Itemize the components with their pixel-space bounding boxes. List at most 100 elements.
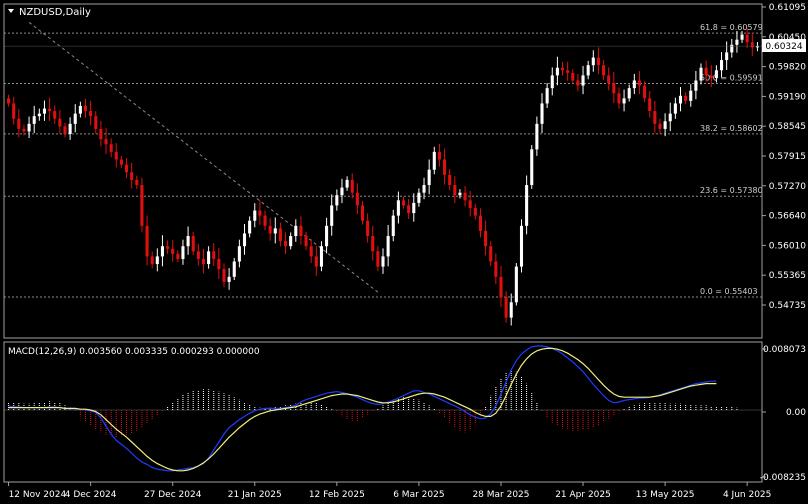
candle-body bbox=[745, 34, 749, 43]
candle-body bbox=[632, 80, 636, 89]
candle-body bbox=[278, 228, 282, 242]
candle-body bbox=[191, 236, 195, 252]
candle-body bbox=[437, 151, 441, 160]
candle-body bbox=[750, 42, 754, 48]
candle-body bbox=[499, 276, 503, 298]
candle-body bbox=[535, 123, 539, 150]
candle-body bbox=[73, 113, 77, 124]
candle-body bbox=[314, 256, 318, 267]
candle-body bbox=[201, 258, 206, 265]
chart-svg: 61.8 = 0.60579 50.0 = 0.59591 38.2 = 0.586… bbox=[0, 0, 808, 500]
candle-body bbox=[89, 111, 93, 117]
macd-y-tick-label: 0.00 bbox=[786, 408, 806, 418]
candle-body bbox=[555, 67, 559, 76]
candle-body bbox=[591, 57, 595, 66]
candle-body bbox=[525, 185, 529, 226]
candle-body bbox=[268, 225, 272, 234]
candle-body bbox=[468, 200, 472, 208]
candle-body bbox=[550, 75, 554, 89]
candle-body bbox=[273, 228, 277, 234]
candle-body bbox=[284, 241, 288, 247]
candle-body bbox=[37, 113, 41, 117]
candle-body bbox=[376, 251, 380, 267]
candle-body bbox=[12, 103, 16, 119]
candle-body bbox=[248, 220, 252, 234]
price-y-tick-label: 0.57915 bbox=[769, 152, 806, 162]
candle-body bbox=[325, 225, 329, 247]
candle-body bbox=[7, 98, 11, 104]
candle-body bbox=[725, 52, 729, 61]
candle-body bbox=[494, 261, 498, 277]
candle-body bbox=[417, 192, 421, 203]
fib-level-label: 23.6 = 0.57380 bbox=[700, 186, 763, 195]
fib-level-label: 61.8 = 0.60579 bbox=[700, 23, 763, 32]
price-y-tick-label: 0.55365 bbox=[769, 271, 806, 281]
x-tick-label: 12 Feb 2025 bbox=[309, 490, 365, 500]
candle-body bbox=[319, 246, 323, 267]
candle-body bbox=[94, 116, 98, 129]
candle-body bbox=[478, 215, 482, 231]
candle-body bbox=[83, 105, 88, 112]
fib-level-label: 0.0 = 0.55403 bbox=[700, 287, 758, 296]
candle-body bbox=[186, 236, 190, 247]
candle-body bbox=[612, 83, 616, 94]
price-y-tick-label: 0.59820 bbox=[769, 63, 806, 73]
candle-body bbox=[740, 34, 744, 40]
candle-body bbox=[135, 179, 139, 186]
candle-body bbox=[27, 123, 31, 132]
candle-body bbox=[709, 75, 713, 78]
candle-body bbox=[22, 128, 26, 132]
candle-body bbox=[622, 98, 626, 104]
candle-body bbox=[678, 95, 683, 104]
candle-body bbox=[258, 210, 262, 216]
candle-body bbox=[576, 80, 580, 86]
price-y-tick-label: 0.57270 bbox=[769, 182, 806, 192]
candle-body bbox=[130, 172, 134, 180]
candle-body bbox=[571, 72, 575, 81]
candle-body bbox=[99, 128, 103, 140]
candle-body bbox=[391, 215, 395, 237]
candle-body bbox=[217, 258, 221, 270]
price-y-tick-label: 0.58545 bbox=[769, 122, 806, 132]
candle-body bbox=[473, 207, 477, 216]
candle-body bbox=[602, 65, 606, 76]
candle-body bbox=[114, 151, 118, 160]
candle-body bbox=[519, 225, 524, 267]
candle-body bbox=[176, 253, 180, 259]
candle-body bbox=[119, 159, 123, 165]
candle-body bbox=[545, 88, 549, 104]
candle-body bbox=[401, 200, 406, 206]
candle-body bbox=[735, 39, 739, 45]
candle-body bbox=[689, 90, 693, 101]
price-y-tick-label: 0.59190 bbox=[769, 92, 806, 102]
x-tick-label: 21 Jan 2025 bbox=[228, 490, 282, 500]
candle-body bbox=[422, 185, 426, 193]
current-price-label: 0.60324 bbox=[765, 42, 802, 52]
candle-body bbox=[432, 151, 436, 170]
candle-body bbox=[58, 118, 62, 127]
macd-y-tick-label: 0.008073 bbox=[763, 345, 806, 355]
candle-body bbox=[63, 126, 67, 135]
candle-body bbox=[237, 246, 241, 262]
chart-container: 61.8 = 0.60579 50.0 = 0.59591 38.2 = 0.586… bbox=[0, 0, 808, 500]
candle-body bbox=[242, 233, 247, 247]
candle-body bbox=[42, 108, 47, 114]
candle-body bbox=[509, 302, 513, 318]
candle-body bbox=[196, 251, 200, 259]
candle-body bbox=[32, 116, 36, 124]
candle-body bbox=[48, 108, 52, 112]
candle-body bbox=[673, 103, 677, 114]
candle-body bbox=[160, 246, 164, 257]
candle-body bbox=[617, 93, 621, 104]
candle-body bbox=[719, 60, 724, 71]
candle-body bbox=[68, 123, 72, 135]
candle-body bbox=[78, 105, 82, 114]
symbol-label: NZDUSD,Daily bbox=[19, 7, 91, 18]
candle-body bbox=[540, 103, 544, 124]
candle-body bbox=[396, 200, 400, 216]
candle-body bbox=[607, 75, 611, 84]
candle-body bbox=[714, 70, 718, 78]
candle-body bbox=[309, 246, 313, 257]
candle-body bbox=[381, 256, 385, 267]
candle-body bbox=[463, 192, 467, 201]
